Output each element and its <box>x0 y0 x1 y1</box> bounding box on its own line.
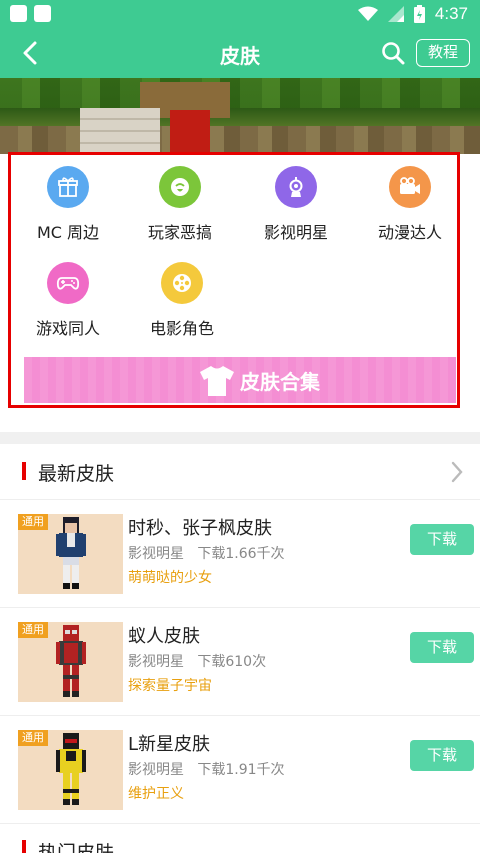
hot-skins-header[interactable]: 热门皮肤 <box>0 826 480 853</box>
category-prank[interactable]: 玩家恶搞 <box>120 166 240 243</box>
film-reel-icon <box>161 262 203 304</box>
skin-list-item[interactable]: 通用 蚁人皮肤 影视明星 下载610次 探索量子宇宙 下载 <box>0 608 480 716</box>
category-anime[interactable]: 动漫达人 <box>350 166 470 243</box>
skin-category: 影视明星 <box>128 654 184 670</box>
download-count: 下载1.66千次 <box>197 546 285 562</box>
category-mc-merch[interactable]: MC 周边 <box>8 166 128 243</box>
skin-meta: 影视明星 下载610次 <box>128 651 266 671</box>
app-bar: 皮肤 教程 <box>0 28 480 78</box>
category-label: 游戏同人 <box>35 319 100 338</box>
tag-badge: 通用 <box>18 514 48 530</box>
skin-author: 维护正义 <box>128 786 184 802</box>
category-label: MC 周边 <box>36 223 100 242</box>
skin-name: 蚁人皮肤 <box>128 626 200 647</box>
category-movie-characters[interactable]: 电影角色 <box>122 262 242 339</box>
skin-thumbnail: 通用 <box>18 514 123 594</box>
chevron-right-icon <box>451 461 463 483</box>
page-title: 皮肤 <box>220 44 260 68</box>
tshirt-icon <box>200 366 234 396</box>
collection-label: 皮肤合集 <box>240 370 320 394</box>
category-label: 玩家恶搞 <box>147 223 212 242</box>
download-button[interactable]: 下载 <box>410 632 474 663</box>
trophy-icon <box>275 166 317 208</box>
skin-collection-button[interactable]: 皮肤合集 <box>24 357 456 403</box>
category-label: 动漫达人 <box>377 223 442 242</box>
download-button[interactable]: 下载 <box>410 740 474 771</box>
category-label: 影视明星 <box>263 223 328 242</box>
skin-category: 影视明星 <box>128 762 184 778</box>
tutorial-button[interactable]: 教程 <box>416 39 470 67</box>
skin-meta: 影视明星 下载1.91千次 <box>128 759 285 779</box>
gift-icon <box>47 166 89 208</box>
skin-name: 时秒、张子枫皮肤 <box>128 518 272 539</box>
skin-thumbnail: 通用 <box>18 622 123 702</box>
skin-list-item[interactable]: 通用 L新星皮肤 影视明星 下载1.91千次 维护正义 下载 <box>0 716 480 824</box>
smile-face-icon <box>159 166 201 208</box>
skin-category: 影视明星 <box>128 546 184 562</box>
category-game-fan[interactable]: 游戏同人 <box>8 262 128 339</box>
gamepad-icon <box>47 262 89 304</box>
latest-skins-section: 最新皮肤 通用 时秒、张子枫皮肤 影视明星 下载1.66千次 萌萌哒的少女 下载 <box>0 444 480 853</box>
latest-skins-header[interactable]: 最新皮肤 <box>0 444 480 500</box>
tag-badge: 通用 <box>18 622 48 638</box>
skin-meta: 影视明星 下载1.66千次 <box>128 543 285 563</box>
clock: 4:37 <box>434 4 468 23</box>
skin-list-item[interactable]: 通用 时秒、张子枫皮肤 影视明星 下载1.66千次 萌萌哒的少女 下载 <box>0 500 480 608</box>
skin-thumbnail: 通用 <box>18 730 123 810</box>
skin-author: 探索量子宇宙 <box>128 678 212 694</box>
wifi-icon <box>357 6 378 21</box>
status-bar: 4:37 <box>0 0 480 28</box>
section-marker <box>22 840 26 853</box>
skin-author: 萌萌哒的少女 <box>128 570 212 586</box>
search-icon[interactable] <box>380 40 406 66</box>
section-title: 热门皮肤 <box>38 842 115 853</box>
category-film-stars[interactable]: 影视明星 <box>236 166 356 243</box>
notification-icon <box>34 5 51 22</box>
category-label: 电影角色 <box>149 319 214 338</box>
category-panel: MC 周边 玩家恶搞 影视明星 动漫达人 游戏同人 电影角色 皮肤合集 <box>0 154 480 432</box>
download-count: 下载610次 <box>197 654 267 670</box>
section-title: 最新皮肤 <box>38 463 115 485</box>
download-button[interactable]: 下载 <box>410 524 474 555</box>
tag-badge: 通用 <box>18 730 48 746</box>
signal-icon <box>387 6 404 22</box>
section-marker <box>22 462 26 480</box>
download-count: 下载1.91千次 <box>197 762 285 778</box>
video-camera-icon <box>389 166 431 208</box>
notification-icon <box>10 5 27 22</box>
skin-name: L新星皮肤 <box>128 734 211 755</box>
banner-image[interactable] <box>0 78 480 154</box>
battery-icon <box>413 5 425 23</box>
